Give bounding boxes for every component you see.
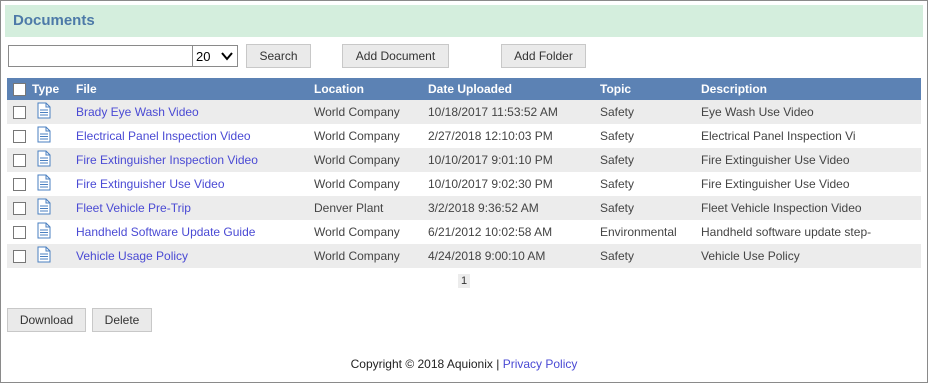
column-header-type[interactable]: Type <box>32 78 76 100</box>
topic-cell: Safety <box>600 244 701 268</box>
row-checkbox[interactable] <box>13 154 26 168</box>
page-title: Documents <box>13 12 95 29</box>
copyright-text: Copyright © 2018 Aquionix | <box>350 357 500 371</box>
column-header-date-uploaded[interactable]: Date Uploaded <box>428 78 600 100</box>
page-size-value: 20 <box>196 49 211 64</box>
document-icon[interactable] <box>37 222 51 242</box>
column-header-file[interactable]: File <box>76 78 314 100</box>
panel-header: Documents <box>5 5 923 37</box>
select-all-checkbox[interactable] <box>13 83 26 97</box>
file-link[interactable]: Brady Eye Wash Video <box>76 105 199 119</box>
row-checkbox[interactable] <box>13 250 26 264</box>
file-link[interactable]: Handheld Software Update Guide <box>76 225 255 239</box>
date-cell: 10/10/2017 9:01:10 PM <box>428 148 600 172</box>
location-cell: World Company <box>314 100 428 124</box>
add-folder-button[interactable]: Add Folder <box>501 44 586 68</box>
topic-cell: Safety <box>600 129 635 143</box>
pager-page-1[interactable]: 1 <box>458 274 470 288</box>
table-header-row: Type File Location Date Uploaded Topic D… <box>7 78 921 100</box>
row-checkbox[interactable] <box>13 178 26 192</box>
table-row: Fleet Vehicle Pre-Trip Denver Plant 3/2/… <box>7 196 921 220</box>
table-row: Fire Extinguisher Use Video World Compan… <box>7 172 921 196</box>
privacy-policy-link[interactable]: Privacy Policy <box>503 357 578 371</box>
date-cell: 6/21/2012 10:02:58 AM <box>428 225 553 239</box>
location-cell: World Company <box>314 129 400 143</box>
description-cell: Fleet Vehicle Inspection Video <box>701 196 921 220</box>
toolbar: 20 Search Add Document Add Folder <box>7 44 922 70</box>
topic-cell: Safety <box>600 196 701 220</box>
date-cell: 10/10/2017 9:02:30 PM <box>428 177 553 191</box>
page-size-select[interactable]: 20 <box>192 45 238 67</box>
document-icon[interactable] <box>37 102 51 122</box>
location-cell: Denver Plant <box>314 196 428 220</box>
location-cell: World Company <box>314 244 428 268</box>
document-icon[interactable] <box>37 174 51 194</box>
date-cell: 10/18/2017 11:53:52 AM <box>428 100 600 124</box>
date-cell: 3/2/2018 9:36:52 AM <box>428 196 600 220</box>
row-checkbox[interactable] <box>13 226 26 240</box>
file-link[interactable]: Vehicle Usage Policy <box>76 249 188 263</box>
download-button[interactable]: Download <box>7 308 86 332</box>
table-row: Fire Extinguisher Inspection Video World… <box>7 148 921 172</box>
topic-cell: Safety <box>600 177 635 191</box>
documents-table: Type File Location Date Uploaded Topic D… <box>7 78 921 268</box>
file-link[interactable]: Fire Extinguisher Inspection Video <box>76 153 258 167</box>
table-row: Electrical Panel Inspection Video World … <box>7 124 921 148</box>
column-header-topic[interactable]: Topic <box>600 78 701 100</box>
column-header-description[interactable]: Description <box>701 78 921 100</box>
footer: Copyright © 2018 Aquionix | Privacy Poli… <box>1 357 927 371</box>
description-cell: Fire Extinguisher Use Video <box>701 177 850 191</box>
topic-cell: Safety <box>600 148 701 172</box>
delete-button[interactable]: Delete <box>92 308 152 332</box>
location-cell: World Company <box>314 225 400 239</box>
table-row: Brady Eye Wash Video World Company 10/18… <box>7 100 921 124</box>
description-cell: Eye Wash Use Video <box>701 100 921 124</box>
row-checkbox[interactable] <box>13 106 26 120</box>
documents-panel: Documents 20 Search Add Document Add Fol… <box>0 0 928 383</box>
date-cell: 2/27/2018 12:10:03 PM <box>428 129 553 143</box>
row-checkbox[interactable] <box>13 202 26 216</box>
search-input[interactable] <box>8 45 194 67</box>
document-icon[interactable] <box>37 126 51 146</box>
description-cell: Electrical Panel Inspection Vi <box>701 129 856 143</box>
description-cell: Handheld software update step- <box>701 225 872 239</box>
location-cell: World Company <box>314 177 400 191</box>
add-document-button[interactable]: Add Document <box>342 44 449 68</box>
column-header-location[interactable]: Location <box>314 78 428 100</box>
search-button[interactable]: Search <box>246 44 311 68</box>
description-cell: Fire Extinguisher Use Video <box>701 148 921 172</box>
document-icon[interactable] <box>37 246 51 266</box>
topic-cell: Safety <box>600 100 701 124</box>
date-cell: 4/24/2018 9:00:10 AM <box>428 244 600 268</box>
document-icon[interactable] <box>37 198 51 218</box>
document-icon[interactable] <box>37 150 51 170</box>
table-row: Handheld Software Update Guide World Com… <box>7 220 921 244</box>
location-cell: World Company <box>314 148 428 172</box>
table-row: Vehicle Usage Policy World Company 4/24/… <box>7 244 921 268</box>
row-checkbox[interactable] <box>13 130 26 144</box>
chevron-down-icon <box>221 48 233 67</box>
file-link[interactable]: Fire Extinguisher Use Video <box>76 177 225 191</box>
topic-cell: Environmental <box>600 225 677 239</box>
file-link[interactable]: Electrical Panel Inspection Video <box>76 129 251 143</box>
description-cell: Vehicle Use Policy <box>701 244 921 268</box>
file-link[interactable]: Fleet Vehicle Pre-Trip <box>76 201 191 215</box>
